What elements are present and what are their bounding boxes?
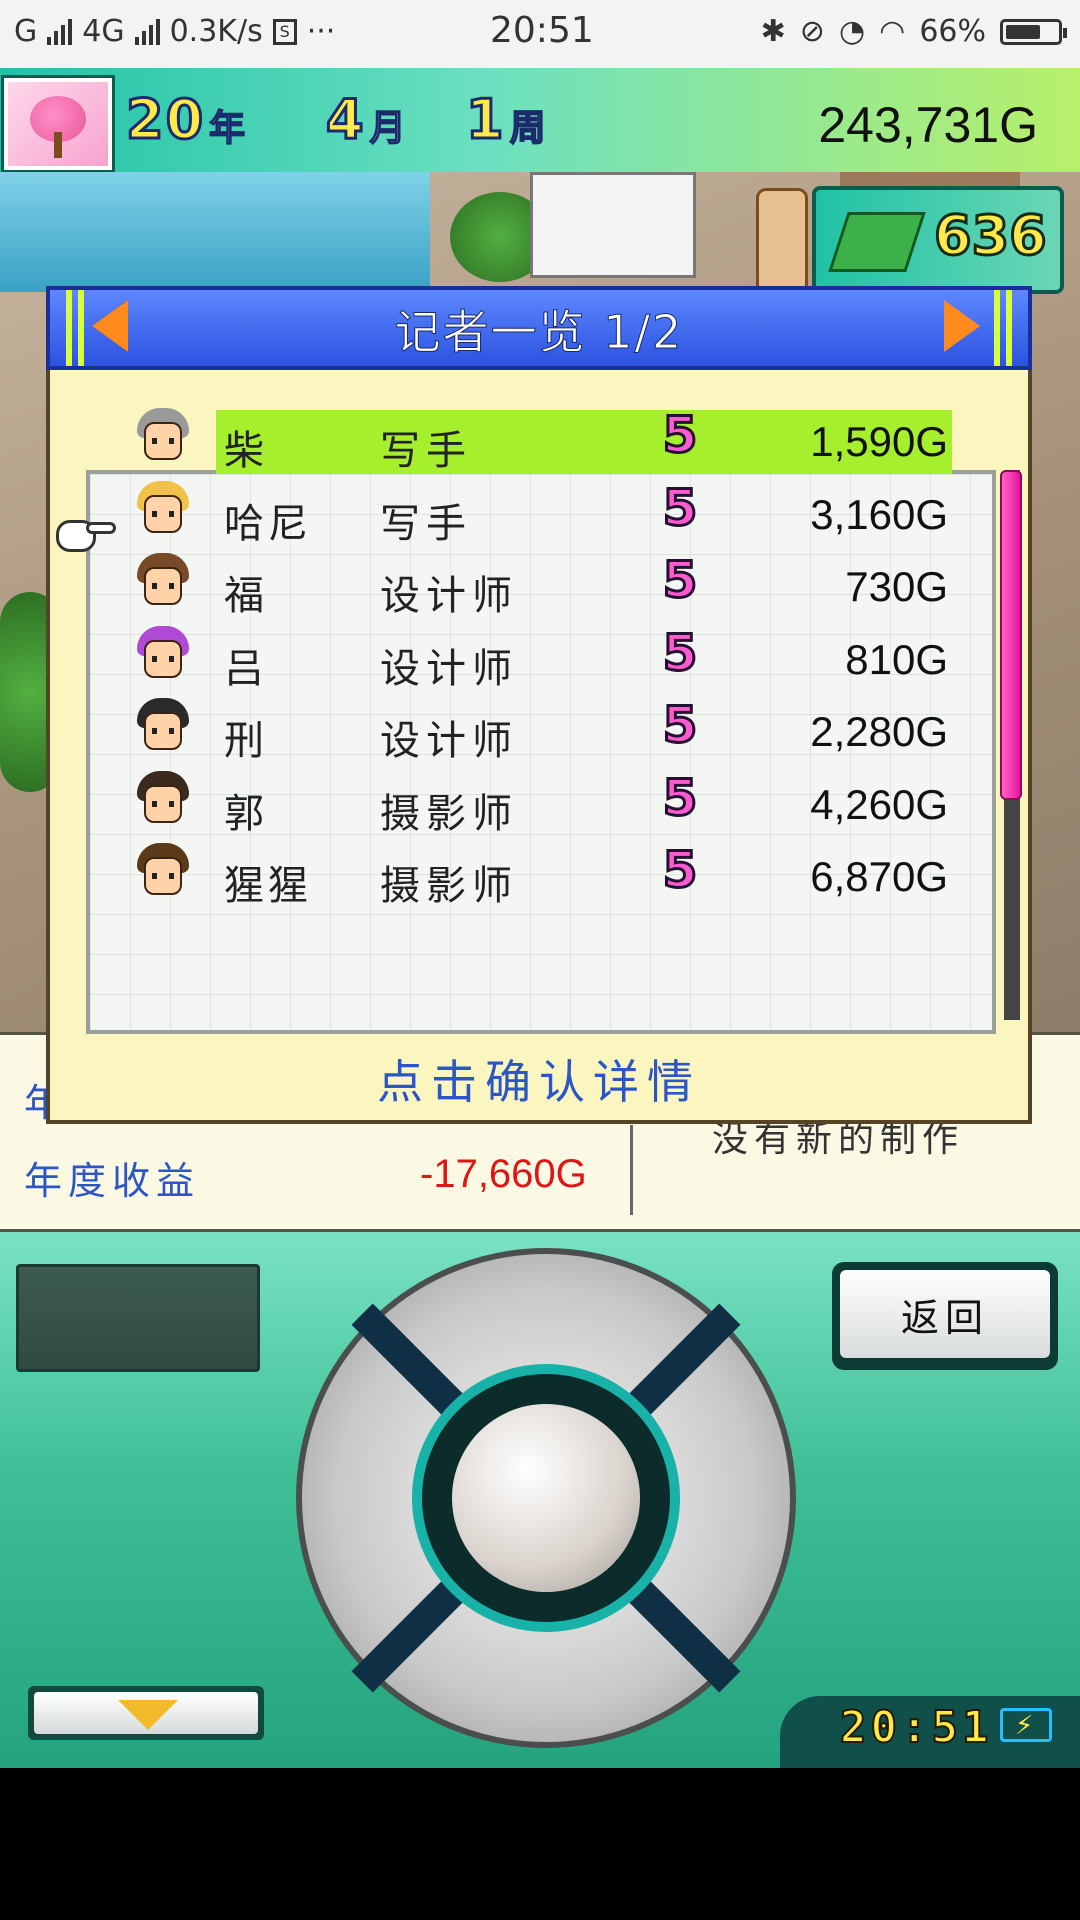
list-item[interactable]: 郭 摄影师 5 4,260G [0,769,1080,837]
reporter-portrait-icon [134,696,192,760]
reporter-portrait-icon [134,769,192,833]
battery-icon [1000,18,1067,45]
reporter-level: 5 [661,406,699,464]
date-month: 4月 [325,87,407,153]
back-button-label: 返回 [840,1270,1050,1358]
signal-strength-icon [47,18,73,45]
reporter-salary: 2,280G [810,708,948,755]
reporter-job: 设计师 [380,718,518,764]
next-page-arrow-icon[interactable] [944,300,980,352]
signal-label-4g: 4G [82,14,125,49]
reporter-job: 写手 [380,501,472,547]
bluetooth-icon: ✱ [760,14,786,49]
battery-charging-icon: ⚡ [1000,1708,1052,1742]
reporter-job: 摄影师 [380,863,518,909]
network-speed: 0.3K/s [169,14,263,49]
reporter-portrait-icon [134,624,192,688]
chevron-down-icon [118,1700,178,1730]
reporter-salary: 3,160G [810,491,948,538]
prev-page-arrow-icon[interactable] [92,300,128,352]
reporter-name: 猩猩 [224,863,312,909]
reporter-job: 设计师 [380,573,518,619]
battery-percent: 66% [919,14,986,49]
reporter-level: 5 [661,769,699,827]
status-time: 20:51 [490,10,594,51]
reporter-job: 设计师 [380,646,518,692]
list-item[interactable]: 哈尼 写手 5 3,160G [0,479,1080,547]
mute-icon: ⊘ [799,14,825,49]
status-bar: G 4G 0.3K/s S ··· 20:51 ✱ ⊘ ◔ ◠ 66% [0,0,1080,68]
annual-profit-label: 年度收益 [24,1159,201,1203]
reporter-name: 哈尼 [224,501,312,547]
annual-profit-value: -17,660G [420,1152,587,1196]
reporter-salary: 4,260G [810,781,948,828]
dialog-title: 记者一览 1/2 [394,305,684,360]
book-icon [828,212,926,272]
date-year: 20 年 [124,87,246,153]
reporter-level: 5 [661,841,699,899]
alarm-icon: ◔ [838,14,866,49]
reporter-job: 摄影师 [380,791,518,837]
back-button[interactable]: 返回 [832,1262,1058,1370]
reporter-name: 柴 [224,428,268,474]
list-item[interactable]: 猩猩 摄影师 5 6,870G [0,841,1080,909]
game-clock: 20:51 [839,1701,993,1754]
sim-icon: S [272,18,297,45]
reporter-level: 5 [661,696,699,754]
date-week: 1周 [465,87,547,153]
reporter-portrait-icon [134,479,192,543]
more-icon: ··· [306,14,336,49]
reporter-portrait-icon [134,551,192,615]
reporter-salary: 1,590G [810,418,948,465]
tap-for-details-hint[interactable]: 点击确认详情 [46,1046,1032,1112]
list-item[interactable]: 柴 写手 5 1,590G [0,406,1080,474]
list-item[interactable]: 福 设计师 5 730G [0,551,1080,619]
company-logo-icon[interactable] [4,78,112,170]
book-count: 636 [933,203,1049,269]
pointing-hand-icon [42,512,116,556]
menu-toggle-button[interactable] [28,1686,264,1740]
mini-screen [16,1264,260,1372]
book-counter: 636 [812,186,1064,294]
reporter-portrait-icon [134,841,192,905]
reporter-salary: 6,870G [810,853,948,900]
reporter-portrait-icon [134,406,192,470]
reporter-name: 吕 [224,646,268,692]
reporter-salary: 730G [845,563,948,610]
signal-strength-icon-2 [134,18,160,45]
money-display: 243,731G [818,97,1038,153]
reporter-job: 写手 [380,428,472,474]
reporter-level: 5 [661,551,699,609]
reporter-salary: 810G [845,636,948,683]
list-item[interactable]: 刑 设计师 5 2,280G [0,696,1080,764]
signal-label-g: G [14,14,38,49]
reporter-level: 5 [661,624,699,682]
list-item[interactable]: 吕 设计师 5 810G [0,624,1080,692]
reporter-name: 郭 [224,791,268,837]
dpad-center-button[interactable] [452,1404,640,1592]
reporter-level: 5 [661,479,699,537]
wifi-icon: ◠ [879,14,906,49]
reporter-name: 福 [224,573,268,619]
reporter-name: 刑 [224,718,268,764]
dpad[interactable] [296,1248,796,1748]
